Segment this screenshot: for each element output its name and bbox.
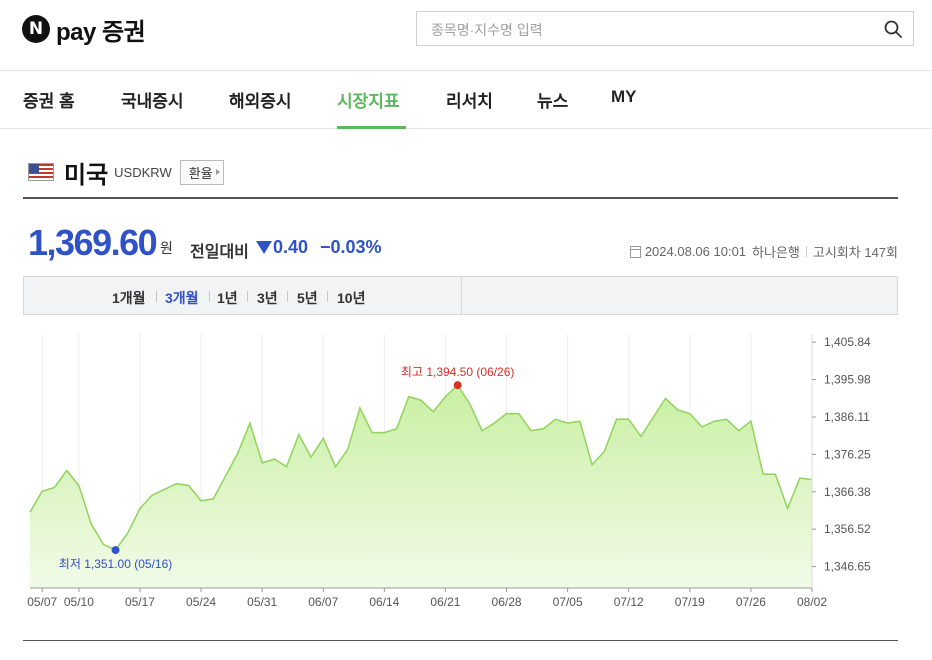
x-tick-label: 06/28 bbox=[492, 595, 522, 609]
naver-n-icon: N bbox=[22, 15, 50, 43]
search-input[interactable] bbox=[429, 20, 853, 40]
main-nav: 증권 홈 국내증시 해외증시 시장지표 리서치 뉴스 MY bbox=[0, 71, 932, 129]
search-box bbox=[416, 11, 914, 46]
active-tab-underline bbox=[337, 126, 406, 129]
quote-datetime: 2024.08.06 10:01 bbox=[644, 244, 747, 259]
us-flag-icon bbox=[28, 163, 54, 181]
nav-item-domestic[interactable]: 국내증시 bbox=[121, 87, 184, 112]
logo[interactable]: N pay 증권 bbox=[22, 14, 146, 46]
high-label: 최고 1,394.50 (06/26) bbox=[401, 365, 514, 379]
y-tick-label: 1,356.52 bbox=[824, 522, 871, 536]
nav-item-market-indicators[interactable]: 시장지표 bbox=[337, 87, 400, 112]
quote-bank: 하나은행 bbox=[752, 245, 800, 260]
section-divider bbox=[23, 197, 898, 199]
x-tick-label: 08/02 bbox=[797, 595, 827, 609]
tab-3-years[interactable]: 3년 bbox=[257, 288, 278, 308]
low-label: 최저 1,351.00 (05/16) bbox=[59, 557, 172, 571]
tab-separator bbox=[209, 291, 210, 302]
change-label: 전일대비 bbox=[190, 244, 249, 261]
x-tick-label: 07/19 bbox=[675, 595, 705, 609]
x-tick-label: 05/24 bbox=[186, 595, 216, 609]
x-tick-label: 05/31 bbox=[247, 595, 277, 609]
x-tick-label: 06/21 bbox=[430, 595, 460, 609]
y-tick-label: 1,346.65 bbox=[824, 560, 871, 574]
y-tick-label: 1,395.98 bbox=[824, 373, 871, 387]
nav-item-my[interactable]: MY bbox=[611, 87, 637, 107]
period-tabs: 1개월 3개월 1년 3년 5년 10년 bbox=[23, 276, 898, 315]
x-tick-label: 06/14 bbox=[369, 595, 399, 609]
tab-separator bbox=[327, 291, 328, 302]
meta-divider bbox=[805, 246, 807, 257]
tab-1-year[interactable]: 1년 bbox=[217, 288, 238, 308]
x-tick-label: 07/12 bbox=[614, 595, 644, 609]
period-divider bbox=[461, 277, 462, 314]
change-value: 0.40 bbox=[273, 237, 309, 257]
nav-item-news[interactable]: 뉴스 bbox=[537, 87, 568, 112]
calendar-icon bbox=[629, 245, 641, 258]
x-tick-label: 05/17 bbox=[125, 595, 155, 609]
tab-separator bbox=[156, 291, 157, 302]
tab-10-years[interactable]: 10년 bbox=[337, 288, 365, 308]
y-tick-label: 1,366.38 bbox=[824, 485, 871, 499]
title-row: 미국 USDKRW 환율 bbox=[28, 156, 224, 189]
quote-meta: 2024.08.06 10:01 하나은행 고시회차 147회 bbox=[629, 242, 898, 261]
currency-code: USDKRW bbox=[114, 164, 172, 180]
tab-separator bbox=[287, 291, 288, 302]
tab-5-years[interactable]: 5년 bbox=[297, 288, 318, 308]
current-price: 1,369.60 bbox=[28, 222, 158, 263]
tab-3-months[interactable]: 3개월 bbox=[165, 288, 199, 308]
quote-notice: 고시회차 147회 bbox=[812, 245, 898, 260]
x-tick-label: 07/26 bbox=[736, 595, 766, 609]
exchange-rate-chart: 1,405.84 1,395.98 1,386.11 1,376.25 1,366.38… bbox=[27, 334, 871, 609]
tab-1-month[interactable]: 1개월 bbox=[112, 288, 146, 308]
low-point bbox=[111, 546, 120, 555]
y-tick-label: 1,376.25 bbox=[824, 447, 871, 461]
bottom-divider bbox=[23, 640, 898, 641]
change-percent: −0.03% bbox=[320, 237, 382, 257]
header: N pay 증권 bbox=[0, 0, 932, 71]
x-tick-label: 05/07 bbox=[27, 595, 57, 609]
country-name: 미국 bbox=[64, 161, 109, 189]
y-tick-label: 1,405.84 bbox=[824, 335, 871, 349]
x-tick-label: 07/05 bbox=[553, 595, 583, 609]
tab-separator bbox=[247, 291, 248, 302]
high-point bbox=[453, 381, 462, 390]
down-arrow-icon bbox=[256, 241, 272, 254]
x-tick-label: 05/10 bbox=[64, 595, 94, 609]
nav-item-research[interactable]: 리서치 bbox=[446, 87, 493, 112]
price-unit: 원 bbox=[160, 240, 173, 256]
brand-name: pay 증권 bbox=[56, 18, 146, 46]
nav-item-overseas[interactable]: 해외증시 bbox=[229, 87, 292, 112]
x-tick-label: 06/07 bbox=[308, 595, 338, 609]
nav-item-home[interactable]: 증권 홈 bbox=[23, 87, 75, 112]
fx-button[interactable]: 환율 bbox=[179, 159, 224, 185]
y-tick-label: 1,386.11 bbox=[824, 410, 870, 424]
search-icon[interactable] bbox=[883, 19, 903, 39]
